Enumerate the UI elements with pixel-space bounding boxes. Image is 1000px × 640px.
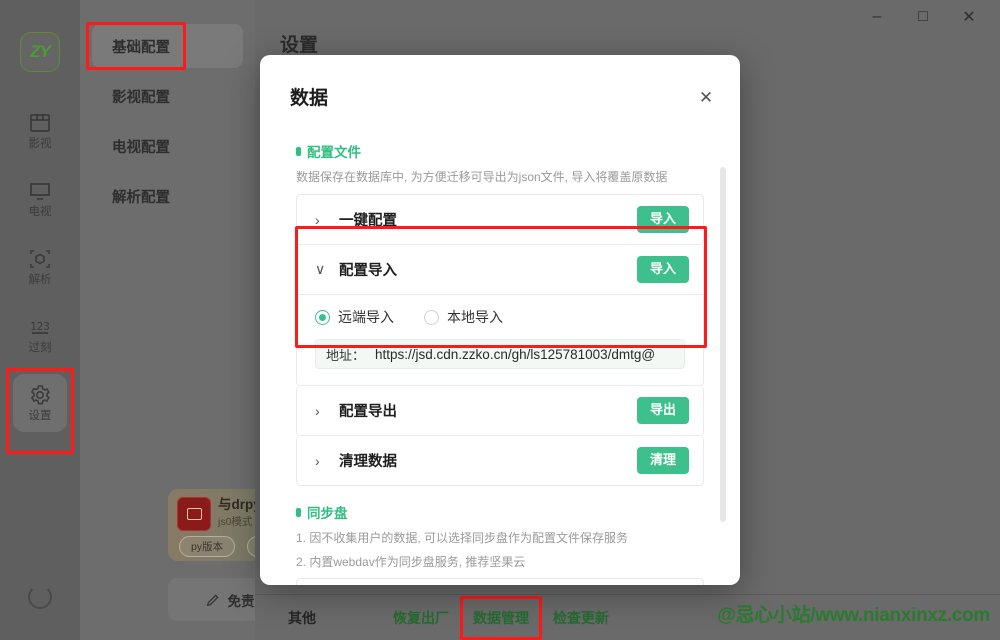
cube-scan-icon — [30, 250, 50, 269]
pen-icon — [206, 593, 219, 606]
rail-item-label: 设置 — [28, 410, 52, 423]
subnav-item-parse-config[interactable]: 解析配置 — [92, 174, 243, 218]
row-label: 配置导入 — [339, 263, 397, 279]
rail-item-list: 影视 电视 解析 123 过刻 设置 — [0, 100, 80, 440]
chevron-right-icon[interactable]: › — [315, 212, 329, 228]
app-window: ZY 影视 电视 解析 123 过刻 设置 基础配置 影视配置 电视配置 解析配… — [0, 0, 1000, 640]
rail-item-tv[interactable]: 电视 — [0, 168, 80, 230]
address-field[interactable]: 地址： https://jsd.cdn.zzko.cn/gh/ls1257810… — [315, 339, 685, 369]
modal-header: 数据 ✕ — [260, 55, 740, 110]
section-sync-title: 同步盘 — [307, 506, 348, 521]
promo-button-py[interactable]: py版本 — [179, 536, 236, 557]
section-sync-heading: 同步盘 — [296, 502, 704, 522]
rail-item-label: 电视 — [28, 206, 52, 219]
address-label: 地址： — [326, 347, 366, 363]
promo-thumbnail-icon — [177, 497, 211, 531]
chevron-down-icon[interactable]: ∨ — [315, 261, 329, 278]
modal-body: 配置文件 数据保存在数据库中, 为方便迁移可导出为json文件, 导入将覆盖原数… — [260, 129, 740, 585]
radio-local-import[interactable]: 本地导入 — [424, 307, 503, 327]
row-config-import[interactable]: ∨ 配置导入 导入 — [297, 245, 703, 294]
row-config-export[interactable]: › 配置导出 导出 — [297, 386, 703, 435]
subnav-list: 基础配置 影视配置 电视配置 解析配置 — [80, 0, 255, 218]
import-button-config-import[interactable]: 导入 — [636, 256, 689, 283]
subnav-item-tv-config[interactable]: 电视配置 — [92, 124, 243, 168]
radio-label: 本地导入 — [447, 309, 503, 325]
bottom-bar-label-other: 其他 — [288, 609, 316, 626]
bottom-link-check-update[interactable]: 检查更新 — [546, 605, 616, 631]
row-label: 配置导出 — [339, 404, 397, 420]
app-logo-text: ZY — [30, 42, 51, 61]
clapperboard-icon — [30, 114, 50, 133]
close-icon[interactable]: ✕ — [946, 0, 992, 34]
section-bullet-icon — [296, 146, 301, 156]
subnav-item-label: 基础配置 — [112, 39, 170, 56]
radio-remote-import[interactable]: 远端导入 — [315, 307, 394, 327]
subnav-item-basic-config[interactable]: 基础配置 — [92, 24, 243, 68]
app-logo: ZY — [20, 32, 60, 72]
row-one-key-config[interactable]: › 一键配置 导入 — [297, 195, 703, 244]
svg-text:123: 123 — [30, 320, 50, 333]
bottom-link-factory-reset[interactable]: 恢复出厂 — [386, 605, 456, 631]
subnav-item-label: 电视配置 — [112, 139, 170, 156]
section-config-file-heading: 配置文件 — [296, 141, 704, 161]
promo-tv-glyph — [186, 508, 202, 520]
clean-button[interactable]: 清理 — [636, 447, 689, 474]
bottom-link-data-management[interactable]: 数据管理 — [460, 595, 542, 640]
section-bullet-icon — [296, 507, 301, 517]
section-config-file-title: 配置文件 — [307, 145, 361, 160]
rail-item-label: 解析 — [28, 274, 52, 287]
panel-one-key-config: › 一键配置 导入 — [296, 194, 704, 245]
modal-scrollbar[interactable] — [720, 167, 726, 522]
page-title: 设置 — [280, 35, 319, 56]
settings-subnav: 基础配置 影视配置 电视配置 解析配置 与drpy — [80, 0, 318, 640]
subnav-item-movie-config[interactable]: 影视配置 — [92, 74, 243, 118]
loading-spinner-icon — [28, 585, 52, 609]
row-label: 清理数据 — [339, 454, 397, 470]
address-input-value[interactable]: https://jsd.cdn.zzko.cn/gh/ls125781003/d… — [375, 347, 655, 362]
row-sync-params[interactable]: › 配置同步盘参数 保存 校验 — [297, 579, 703, 585]
panel-config-import: ∨ 配置导入 导入 远端导入 本地导入 地址： https://jsd.cdn.… — [296, 245, 704, 386]
section-sync-line-2: 2. 内置webdav作为同步盘服务, 推荐坚果云 — [296, 555, 526, 569]
row-label: 一键配置 — [339, 213, 397, 229]
data-modal: 数据 ✕ 配置文件 数据保存在数据库中, 为方便迁移可导出为json文件, 导入… — [260, 55, 740, 585]
import-source-radio-group: 远端导入 本地导入 — [315, 307, 685, 327]
modal-close-icon[interactable]: ✕ — [696, 87, 716, 107]
watermark: @忌心小站/www.nianxinxz.com — [717, 605, 990, 626]
primary-nav-rail: ZY 影视 电视 解析 123 过刻 设置 — [0, 0, 80, 640]
row-clean-data[interactable]: › 清理数据 清理 — [297, 436, 703, 485]
section-sync-line-1: 1. 因不收集用户的数据, 可以选择同步盘作为配置文件保存服务 — [296, 531, 629, 545]
maximize-icon[interactable]: □ — [900, 0, 946, 34]
rail-item-parse[interactable]: 解析 — [0, 236, 80, 298]
section-config-file-description: 数据保存在数据库中, 为方便迁移可导出为json文件, 导入将覆盖原数据 — [296, 170, 668, 184]
subnav-item-label: 影视配置 — [112, 89, 170, 106]
rail-item-settings[interactable]: 设置 — [0, 372, 80, 434]
rail-item-movies[interactable]: 影视 — [0, 100, 80, 162]
window-controls: – □ ✕ — [854, 0, 992, 34]
minimize-icon[interactable]: – — [854, 0, 900, 34]
config-import-details: 远端导入 本地导入 地址： https://jsd.cdn.zzko.cn/gh… — [297, 294, 703, 385]
subnav-item-label: 解析配置 — [112, 189, 170, 206]
panel-clean-data: › 清理数据 清理 — [296, 436, 704, 486]
radio-dot-icon — [424, 309, 439, 325]
modal-title: 数据 — [290, 88, 329, 109]
export-button[interactable]: 导出 — [636, 397, 689, 424]
radio-dot-icon — [315, 309, 330, 325]
panel-config-export: › 配置导出 导出 — [296, 386, 704, 436]
rail-item-label: 影视 — [28, 138, 52, 151]
rail-item-timing[interactable]: 123 过刻 — [0, 304, 80, 366]
chevron-right-icon[interactable]: › — [315, 403, 329, 419]
radio-label: 远端导入 — [338, 309, 394, 325]
numbers-icon: 123 — [30, 320, 50, 335]
section-sync-disk: 同步盘 1. 因不收集用户的数据, 可以选择同步盘作为配置文件保存服务 2. 内… — [296, 502, 704, 585]
rail-item-label: 过刻 — [28, 342, 52, 355]
bottom-bar-links: 恢复出厂 数据管理 检查更新 — [386, 595, 616, 640]
panel-sync-params: › 配置同步盘参数 保存 校验 — [296, 578, 704, 585]
gear-icon — [30, 385, 50, 405]
tv-icon — [30, 183, 50, 201]
chevron-right-icon[interactable]: › — [315, 453, 329, 469]
import-button-one-key[interactable]: 导入 — [636, 206, 689, 233]
